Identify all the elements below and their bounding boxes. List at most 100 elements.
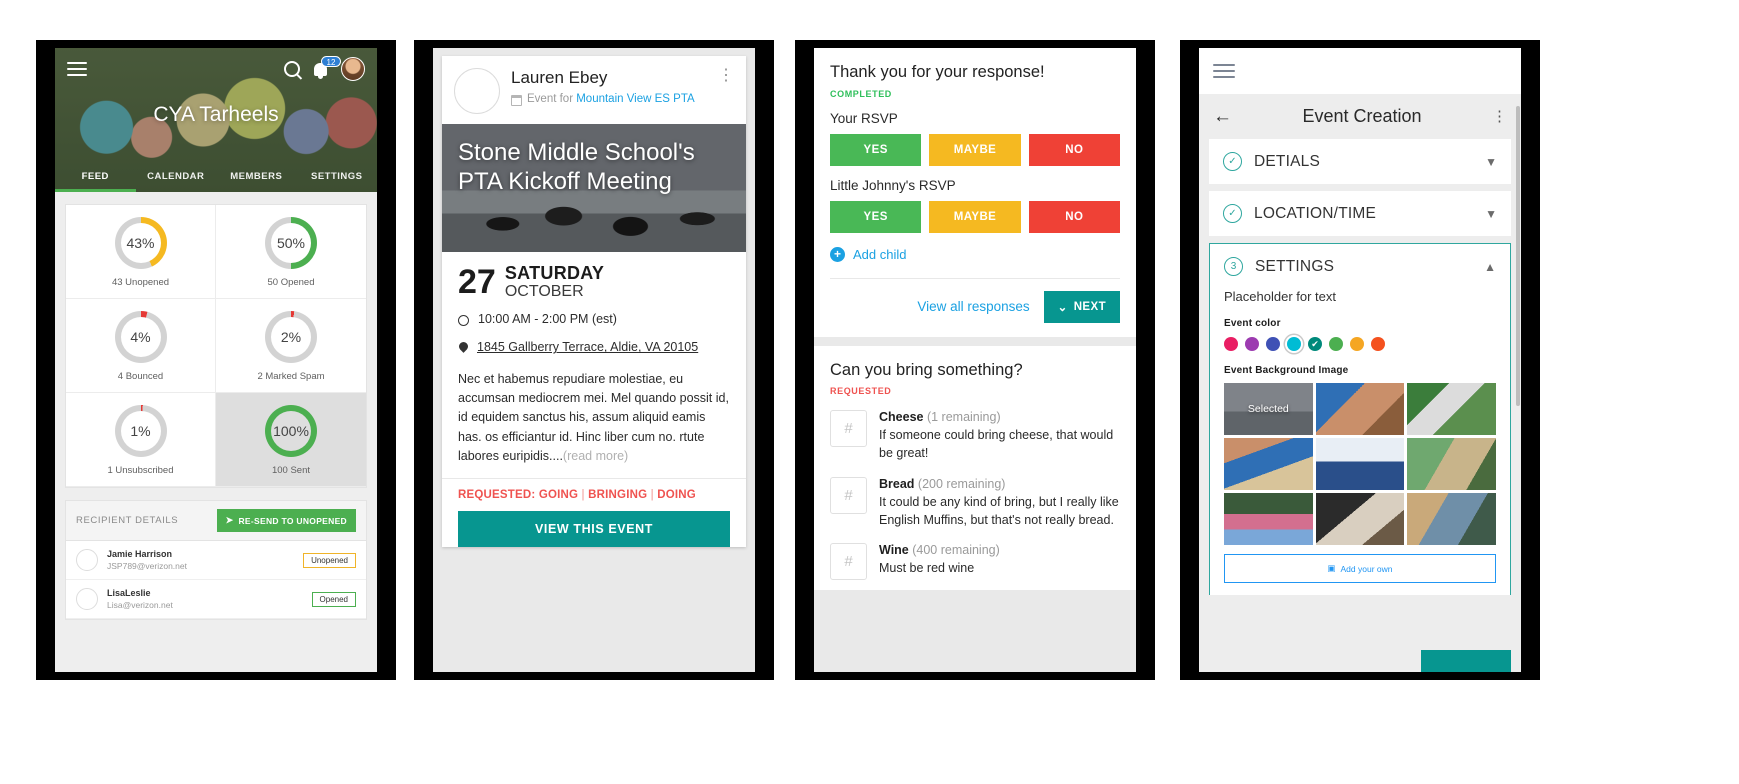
bring-item-list: # Cheese (1 remaining) If someone could br… <box>830 410 1120 580</box>
stat-label: 50 Opened <box>267 277 315 288</box>
color-swatch-5[interactable] <box>1329 337 1343 351</box>
read-more-link[interactable]: (read more) <box>563 449 628 463</box>
event-creation-toolbar: ← Event Creation ⋮ <box>1199 94 1521 139</box>
footer-action-button[interactable] <box>1421 650 1511 672</box>
phone-frame-rsvp: Thank you for your response! COMPLETED Y… <box>795 40 1155 680</box>
hamburger-icon[interactable] <box>67 58 87 80</box>
search-icon[interactable] <box>284 61 300 77</box>
accordion-settings-label: SETTINGS <box>1255 257 1335 275</box>
resend-label: RE-SEND TO UNOPENED <box>238 515 347 526</box>
accordion-location-time[interactable]: ✓ LOCATION/TIME ▼ <box>1209 191 1511 236</box>
bring-name-text: Wine <box>879 542 909 557</box>
background-image-thumb[interactable] <box>1407 383 1496 435</box>
event-subtitle: Event for Mountain View ES PTA <box>511 92 695 108</box>
bring-item[interactable]: # Wine (400 remaining) Must be red wine <box>830 542 1120 580</box>
background-image-thumb[interactable] <box>1315 438 1405 490</box>
background-image-thumb[interactable] <box>1315 383 1405 435</box>
tab-settings[interactable]: SETTINGS <box>297 171 378 192</box>
stat-cell[interactable]: 4% 4 Bounced <box>66 299 216 393</box>
recipient-name: LisaLeslie <box>107 588 151 598</box>
event-card-header: Lauren Ebey Event for Mountain View ES P… <box>442 56 746 124</box>
color-swatch-0[interactable] <box>1224 337 1238 351</box>
notifications-button[interactable]: 12 <box>314 55 341 79</box>
step-number-badge: 3 <box>1224 257 1243 276</box>
view-this-event-button[interactable]: VIEW THIS EVENT <box>458 511 730 548</box>
child-rsvp-maybe-button[interactable]: MAYBE <box>929 200 1021 233</box>
settings-body: Placeholder for text Event color ✔ Event… <box>1210 289 1510 595</box>
background-image-thumb[interactable] <box>1224 438 1313 490</box>
tab-members[interactable]: MEMBERS <box>216 171 297 192</box>
bring-item-desc: It could be any kind of bring, but I rea… <box>879 494 1119 527</box>
add-child-button[interactable]: + Add child <box>830 246 1120 266</box>
separator: | <box>647 489 658 502</box>
status-badge: Unopened <box>303 552 356 568</box>
avatar[interactable] <box>341 57 365 81</box>
donut-chart: 2% <box>265 311 317 363</box>
stat-cell[interactable]: 2% 2 Marked Spam <box>216 299 366 393</box>
event-description: Nec et habemus repudiare molestiae, eu a… <box>458 370 730 479</box>
event-address[interactable]: 1845 Gallberry Terrace, Aldie, VA 20105 <box>477 338 698 356</box>
requested-item-bringing[interactable]: BRINGING <box>588 489 647 501</box>
rsvp-no-button[interactable]: NO <box>1028 133 1120 166</box>
color-swatch-6[interactable] <box>1350 337 1364 351</box>
background-image-thumb[interactable] <box>1407 438 1496 490</box>
arrow-left-icon[interactable]: ← <box>1213 107 1232 126</box>
stat-cell[interactable]: 43% 43 Unopened <box>66 205 216 299</box>
donut-chart: 4% <box>114 311 167 363</box>
phone-screen-event-card: Lauren Ebey Event for Mountain View ES P… <box>433 48 755 672</box>
phone-screen-event-creation: ← Event Creation ⋮ ✓ DETIALS ▼ ✓ LOCATIO… <box>1199 48 1521 672</box>
hamburger-icon[interactable] <box>1213 64 1507 78</box>
location-pin-icon <box>457 340 470 354</box>
color-swatch-2[interactable] <box>1266 337 1280 351</box>
color-swatch-3[interactable] <box>1287 337 1301 351</box>
next-button[interactable]: ⌄ NEXT <box>1043 290 1120 323</box>
bring-item-text: Wine (400 remaining) Must be red wine <box>879 543 1000 580</box>
view-all-responses-link[interactable]: View all responses <box>917 299 1029 314</box>
recipient-details-bar: RECIPIENT DETAILS ➤ RE-SEND TO UNOPENED <box>65 500 367 541</box>
more-vertical-icon[interactable]: ⋮ <box>1492 109 1507 124</box>
stat-cell[interactable]: 1% 1 Unsubscribed <box>66 393 216 487</box>
recipient-details-title: RECIPIENT DETAILS <box>76 515 179 526</box>
requested-item-going[interactable]: GOING <box>539 489 578 501</box>
stat-cell[interactable]: 50% 50 Opened <box>216 205 366 299</box>
accordion-details[interactable]: ✓ DETIALS ▼ <box>1209 139 1511 184</box>
color-swatch-4[interactable]: ✔ <box>1308 337 1322 351</box>
phone-frame-event-card: Lauren Ebey Event for Mountain View ES P… <box>414 40 774 680</box>
accordion-settings-header[interactable]: 3 SETTINGS ▲ <box>1210 244 1510 289</box>
tab-calendar[interactable]: CALENDAR <box>136 171 217 192</box>
requested-item-doing[interactable]: DOING <box>657 489 696 501</box>
list-item[interactable]: Jamie Harrison JSP789@verizon.net Unopened <box>66 541 366 580</box>
list-item[interactable]: LisaLeslie Lisa@verizon.net Opened <box>66 580 366 619</box>
group-link[interactable]: Mountain View ES PTA <box>576 93 694 105</box>
background-image-thumb[interactable]: Selected <box>1224 383 1313 435</box>
child-rsvp-yes-button[interactable]: YES <box>830 200 922 233</box>
rsvp-maybe-button[interactable]: MAYBE <box>929 133 1021 166</box>
stat-cell[interactable]: 100% 100 Sent <box>216 393 366 487</box>
resend-to-unopened-button[interactable]: ➤ RE-SEND TO UNOPENED <box>216 509 356 532</box>
hash-icon[interactable]: # <box>830 410 867 448</box>
more-vertical-icon[interactable]: ⋮ <box>718 68 734 114</box>
bring-item-text: Bread (200 remaining) It could be any kin… <box>879 477 1120 529</box>
tab-indicator <box>55 189 136 192</box>
donut-chart: 100% <box>265 405 317 457</box>
accordion-settings: 3 SETTINGS ▲ Placeholder for text Event … <box>1209 243 1511 595</box>
color-swatch-7[interactable] <box>1371 337 1385 351</box>
event-address-row[interactable]: 1845 Gallberry Terrace, Aldie, VA 20105 <box>457 338 730 356</box>
bring-item[interactable]: # Bread (200 remaining) It could be any ki… <box>830 476 1120 529</box>
hash-icon[interactable]: # <box>830 542 867 580</box>
event-date: 27 SATURDAY OCTOBER <box>458 264 730 300</box>
rsvp-yes-button[interactable]: YES <box>830 133 922 166</box>
color-swatch-1[interactable] <box>1245 337 1259 351</box>
event-date-text: SATURDAY OCTOBER <box>505 264 604 300</box>
app-bar <box>1199 48 1521 94</box>
scrollbar[interactable] <box>1516 106 1520 406</box>
background-image-thumb[interactable] <box>1315 493 1405 545</box>
bring-item[interactable]: # Cheese (1 remaining) If someone could br… <box>830 410 1120 462</box>
add-your-own-button[interactable]: ▣ Add your own <box>1224 554 1496 583</box>
background-image-thumb[interactable] <box>1224 493 1313 545</box>
background-image-thumb[interactable] <box>1407 493 1496 545</box>
child-rsvp-no-button[interactable]: NO <box>1028 200 1120 233</box>
hash-icon[interactable]: # <box>830 476 867 514</box>
bring-name-text: Bread <box>879 476 915 491</box>
rsvp-actions: View all responses ⌄ NEXT <box>830 277 1120 327</box>
